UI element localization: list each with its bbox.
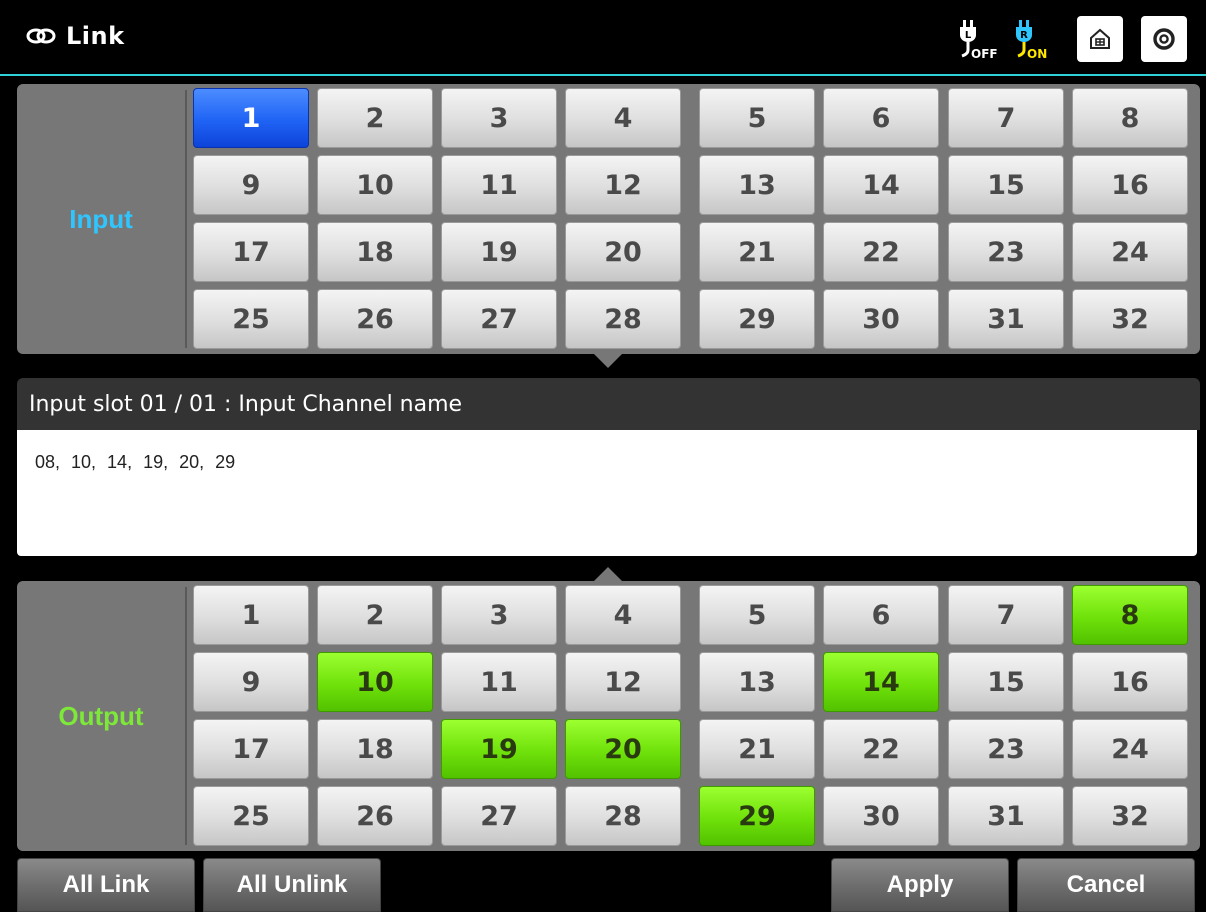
input-channel-5-button[interactable]: 5 — [699, 88, 815, 148]
input-channel-23-button[interactable]: 23 — [948, 222, 1064, 282]
output-panel: Output 1 2 3 4 5 6 7 8 9 10 11 12 13 14 15 16 17 18 19 20 21… — [17, 581, 1200, 851]
apply-button[interactable]: Apply — [831, 858, 1009, 912]
output-channel-26-button[interactable]: 26 — [317, 786, 433, 846]
output-channel-31-button[interactable]: 31 — [948, 786, 1064, 846]
output-channel-13-button[interactable]: 13 — [699, 652, 815, 712]
input-channel-21-button[interactable]: 21 — [699, 222, 815, 282]
panel-divider — [185, 90, 187, 348]
output-channel-29-button[interactable]: 29 — [699, 786, 815, 846]
output-channel-27-button[interactable]: 27 — [441, 786, 557, 846]
linked-outputs-text: 08, 10, 14, 19, 20, 29 — [35, 452, 236, 472]
svg-text:R: R — [1020, 30, 1028, 41]
left-power-off-indicator[interactable]: L OFF — [956, 18, 1000, 66]
output-channel-30-button[interactable]: 30 — [823, 786, 939, 846]
settings-button[interactable] — [1141, 16, 1187, 62]
plug-off-label: OFF — [971, 47, 998, 61]
input-channel-3-button[interactable]: 3 — [441, 88, 557, 148]
svg-text:L: L — [965, 30, 972, 41]
input-channel-25-button[interactable]: 25 — [193, 289, 309, 349]
top-bar: Link L OFF R ON — [0, 0, 1206, 76]
output-channel-7-button[interactable]: 7 — [948, 585, 1064, 645]
input-channel-28-button[interactable]: 28 — [565, 289, 681, 349]
input-channel-1-button[interactable]: 1 — [193, 88, 309, 148]
input-channel-12-button[interactable]: 12 — [565, 155, 681, 215]
input-channel-24-button[interactable]: 24 — [1072, 222, 1188, 282]
output-channel-9-button[interactable]: 9 — [193, 652, 309, 712]
input-pointer — [594, 354, 622, 368]
output-channel-8-button[interactable]: 8 — [1072, 585, 1188, 645]
plug-on-label: ON — [1027, 47, 1048, 61]
input-channel-2-button[interactable]: 2 — [317, 88, 433, 148]
page-title: Link — [66, 22, 125, 50]
output-channel-1-button[interactable]: 1 — [193, 585, 309, 645]
input-channel-29-button[interactable]: 29 — [699, 289, 815, 349]
right-power-on-indicator[interactable]: R ON — [1012, 18, 1056, 66]
input-channel-19-button[interactable]: 19 — [441, 222, 557, 282]
cancel-button[interactable]: Cancel — [1017, 858, 1195, 912]
gear-icon — [1153, 28, 1175, 50]
input-channel-7-button[interactable]: 7 — [948, 88, 1064, 148]
output-channel-23-button[interactable]: 23 — [948, 719, 1064, 779]
input-channel-4-button[interactable]: 4 — [565, 88, 681, 148]
output-label: Output — [58, 700, 144, 731]
input-channel-26-button[interactable]: 26 — [317, 289, 433, 349]
all-link-button[interactable]: All Link — [17, 858, 195, 912]
output-channel-grid: 1 2 3 4 5 6 7 8 9 10 11 12 13 14 15 16 17 18 19 20 21 22 23 24 2… — [193, 585, 1195, 846]
input-channel-15-button[interactable]: 15 — [948, 155, 1064, 215]
input-channel-16-button[interactable]: 16 — [1072, 155, 1188, 215]
input-channel-13-button[interactable]: 13 — [699, 155, 815, 215]
input-channel-27-button[interactable]: 27 — [441, 289, 557, 349]
link-icon — [26, 28, 56, 44]
input-channel-20-button[interactable]: 20 — [565, 222, 681, 282]
output-channel-15-button[interactable]: 15 — [948, 652, 1064, 712]
output-channel-3-button[interactable]: 3 — [441, 585, 557, 645]
input-channel-8-button[interactable]: 8 — [1072, 88, 1188, 148]
output-channel-24-button[interactable]: 24 — [1072, 719, 1188, 779]
input-channel-9-button[interactable]: 9 — [193, 155, 309, 215]
output-pointer — [594, 567, 622, 581]
info-box: 08, 10, 14, 19, 20, 29 — [17, 430, 1197, 556]
panel-divider — [185, 587, 187, 845]
input-channel-18-button[interactable]: 18 — [317, 222, 433, 282]
home-button[interactable] — [1077, 16, 1123, 62]
input-channel-6-button[interactable]: 6 — [823, 88, 939, 148]
input-channel-10-button[interactable]: 10 — [317, 155, 433, 215]
output-channel-22-button[interactable]: 22 — [823, 719, 939, 779]
output-channel-4-button[interactable]: 4 — [565, 585, 681, 645]
output-channel-16-button[interactable]: 16 — [1072, 652, 1188, 712]
output-channel-18-button[interactable]: 18 — [317, 719, 433, 779]
input-panel: Input 1 2 3 4 5 6 7 8 9 10 11 12 13 14 15 16 17 18 19 20 21 2… — [17, 84, 1200, 354]
output-channel-25-button[interactable]: 25 — [193, 786, 309, 846]
input-label: Input — [69, 203, 133, 234]
input-channel-32-button[interactable]: 32 — [1072, 289, 1188, 349]
input-channel-22-button[interactable]: 22 — [823, 222, 939, 282]
info-header: Input slot 01 / 01 : Input Channel name — [17, 378, 1200, 430]
output-channel-11-button[interactable]: 11 — [441, 652, 557, 712]
output-channel-2-button[interactable]: 2 — [317, 585, 433, 645]
output-channel-19-button[interactable]: 19 — [441, 719, 557, 779]
output-channel-20-button[interactable]: 20 — [565, 719, 681, 779]
input-channel-17-button[interactable]: 17 — [193, 222, 309, 282]
output-channel-10-button[interactable]: 10 — [317, 652, 433, 712]
output-channel-28-button[interactable]: 28 — [565, 786, 681, 846]
output-channel-5-button[interactable]: 5 — [699, 585, 815, 645]
output-channel-17-button[interactable]: 17 — [193, 719, 309, 779]
input-channel-grid: 1 2 3 4 5 6 7 8 9 10 11 12 13 14 15 16 17 18 19 20 21 22 23 24 2… — [193, 88, 1195, 349]
title-group: Link — [26, 22, 125, 50]
output-channel-6-button[interactable]: 6 — [823, 585, 939, 645]
home-icon — [1090, 28, 1110, 49]
output-channel-12-button[interactable]: 12 — [565, 652, 681, 712]
input-channel-14-button[interactable]: 14 — [823, 155, 939, 215]
input-channel-31-button[interactable]: 31 — [948, 289, 1064, 349]
output-channel-32-button[interactable]: 32 — [1072, 786, 1188, 846]
all-unlink-button[interactable]: All Unlink — [203, 858, 381, 912]
output-channel-21-button[interactable]: 21 — [699, 719, 815, 779]
input-channel-11-button[interactable]: 11 — [441, 155, 557, 215]
input-channel-30-button[interactable]: 30 — [823, 289, 939, 349]
output-channel-14-button[interactable]: 14 — [823, 652, 939, 712]
